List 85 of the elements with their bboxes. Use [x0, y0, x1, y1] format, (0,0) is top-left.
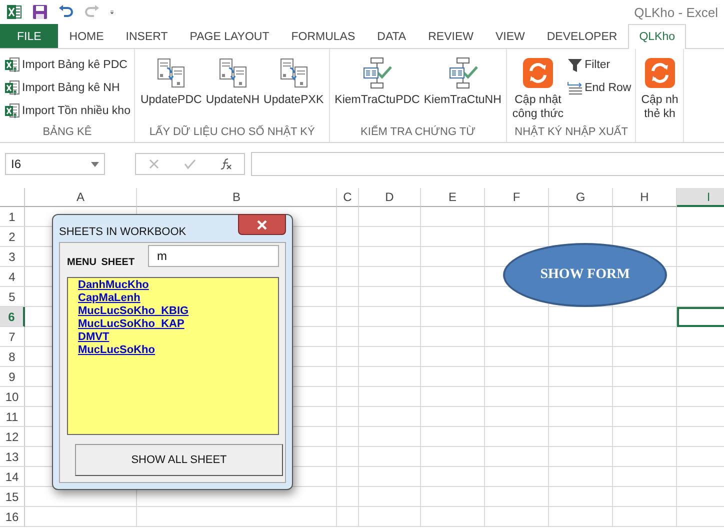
- column-header[interactable]: F: [485, 188, 549, 207]
- ribbon-tab[interactable]: DEVELOPER: [536, 24, 628, 48]
- row-header[interactable]: 9: [0, 367, 25, 387]
- flowchart-check-icon: [361, 57, 394, 89]
- ribbon-tab[interactable]: INSERT: [114, 24, 179, 48]
- documents-sync-icon: [278, 57, 310, 89]
- ribbon-button[interactable]: Import Bảng kê PDC: [4, 54, 130, 76]
- ribbon-tab[interactable]: HOME: [58, 24, 115, 48]
- ribbon-button[interactable]: Cập nh thẻ kh: [640, 52, 680, 126]
- column-header[interactable]: C: [337, 188, 359, 207]
- ribbon-button[interactable]: Import Tồn nhiều kho: [4, 100, 130, 122]
- group-label: NHẬT KÝ NHẬP XUẤT: [514, 126, 629, 140]
- rows-arrow-icon: [566, 80, 583, 96]
- ribbon-button[interactable]: KiemTraCtuNH: [422, 52, 502, 126]
- excel-logo-icon: [6, 4, 22, 20]
- save-icon[interactable]: [32, 4, 48, 20]
- worksheet-grid[interactable]: SHOW FORM SHEETS IN WORKBOOK MENU SHEET m DanhMucKho CapMaLenh MucLucSoKho_KBIG MucLucSoKho_KAP DMVT MucLucSoKho SHOW ALL SHEET: [25, 207, 724, 527]
- filter-icon: [566, 57, 583, 73]
- dialog-title: SHEETS IN WORKBOOK: [59, 224, 186, 238]
- close-button[interactable]: [238, 214, 286, 235]
- row-header[interactable]: 13: [0, 447, 25, 467]
- flowchart-check-icon: [446, 57, 479, 89]
- ribbon-button[interactable]: UpdateNH: [204, 52, 261, 126]
- ribbon-button[interactable]: End Row: [566, 77, 632, 99]
- ribbon-button[interactable]: KiemTraCtuPDC: [334, 52, 421, 126]
- refresh-icon: [644, 57, 676, 89]
- ribbon-button[interactable]: Filter: [566, 54, 632, 76]
- sheet-link[interactable]: CapMaLenh: [78, 292, 140, 305]
- row-header[interactable]: 3: [0, 247, 25, 267]
- excel-file-icon: [4, 57, 20, 73]
- dropdown-icon: [91, 162, 99, 166]
- search-field[interactable]: m: [148, 245, 279, 267]
- row-header[interactable]: 7: [0, 327, 25, 347]
- ribbon-button[interactable]: UpdatePXK: [262, 52, 325, 126]
- close-icon: [257, 220, 267, 230]
- row-header[interactable]: 10: [0, 387, 25, 407]
- formula-input[interactable]: [251, 152, 724, 176]
- row-header[interactable]: 8: [0, 347, 25, 367]
- column-header[interactable]: I: [677, 188, 724, 207]
- ribbon-button[interactable]: Cập nhật công thức: [511, 52, 565, 126]
- function-icon[interactable]: [219, 157, 233, 171]
- row-header[interactable]: 16: [0, 507, 25, 527]
- sheet-link[interactable]: MucLucSoKho_KBIG: [78, 305, 189, 318]
- row-header[interactable]: 14: [0, 467, 25, 487]
- row-header[interactable]: 4: [0, 267, 25, 287]
- column-header[interactable]: G: [549, 188, 613, 207]
- ribbon-tab[interactable]: REVIEW: [417, 24, 484, 48]
- active-cell[interactable]: [677, 307, 724, 327]
- file-tab[interactable]: FILE: [0, 24, 58, 48]
- row-header[interactable]: 11: [0, 407, 25, 427]
- undo-icon[interactable]: [58, 4, 74, 20]
- column-header[interactable]: D: [359, 188, 421, 207]
- ribbon-button[interactable]: Import Bảng kê NH: [4, 77, 130, 99]
- menu-sheet-label: MENU SHEET: [67, 256, 136, 268]
- row-header[interactable]: 2: [0, 227, 25, 247]
- column-header[interactable]: A: [25, 188, 137, 207]
- row-header[interactable]: 6: [0, 307, 25, 327]
- checkmark-icon[interactable]: [183, 157, 197, 171]
- sheet-link[interactable]: DMVT: [78, 331, 110, 344]
- column-header[interactable]: E: [421, 188, 485, 207]
- group-label: KIỂM TRA CHỨNG TỪ: [360, 126, 476, 140]
- show-form-button[interactable]: SHOW FORM: [503, 243, 667, 307]
- documents-sync-icon: [155, 57, 188, 89]
- row-header[interactable]: 1: [0, 207, 25, 227]
- window-title: QLKho - Excel: [634, 4, 718, 20]
- column-header[interactable]: B: [137, 188, 337, 207]
- show-all-sheet-button[interactable]: SHOW ALL SHEET: [75, 444, 283, 476]
- row-header[interactable]: 15: [0, 487, 25, 507]
- sheet-link[interactable]: DanhMucKho: [78, 279, 149, 292]
- excel-file-icon: [4, 80, 20, 96]
- ribbon-tab[interactable]: QLKho: [628, 24, 686, 49]
- sheet-link[interactable]: MucLucSoKho_KAP: [78, 318, 184, 331]
- ribbon-tab[interactable]: FORMULAS: [280, 24, 366, 48]
- sheet-link[interactable]: MucLucSoKho: [78, 344, 155, 357]
- name-box[interactable]: I6: [5, 153, 105, 175]
- excel-file-icon: [4, 103, 20, 119]
- ribbon-tab[interactable]: DATA: [366, 24, 418, 48]
- group-label: LẤY DỮ LIỆU CHO SỐ NHẬT KÝ: [148, 126, 316, 140]
- ribbon-tab[interactable]: VIEW: [484, 24, 536, 48]
- refresh-icon: [522, 57, 554, 89]
- group-label: BẢNG KÊ: [42, 126, 93, 140]
- ribbon-button[interactable]: UpdatePDC: [139, 52, 203, 126]
- row-header[interactable]: 12: [0, 427, 25, 447]
- documents-sync-icon: [216, 57, 249, 89]
- ribbon-tab[interactable]: PAGE LAYOUT: [178, 24, 280, 48]
